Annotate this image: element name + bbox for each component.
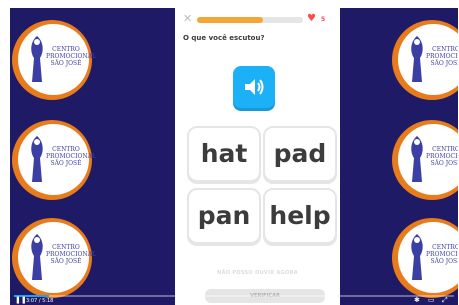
logo-text: CENTROPROMOCIONALSÃO JOSÉ: [46, 244, 96, 265]
hearts-count: 5: [321, 16, 326, 23]
lesson-progress-bar: [197, 17, 303, 23]
answer-option-label: pad: [273, 139, 327, 168]
logo-text: CENTROPROMOCIONALSÃO JOSÉ: [46, 46, 96, 67]
cant-listen-link[interactable]: NÃO POSSO OUVIR AGORA: [175, 270, 340, 276]
theater-mode-icon[interactable]: ▭: [428, 297, 435, 304]
answer-option-label: help: [269, 201, 331, 230]
answer-option-label: pan: [197, 201, 251, 230]
pause-icon[interactable]: ❚❚: [15, 297, 27, 304]
play-audio-button[interactable]: [233, 66, 275, 108]
logo-text: CENTROPROMOCIONALSÃO JOSÉ: [426, 46, 458, 67]
saint-figure-icon: [411, 136, 423, 182]
logo-right-bottom: CENTROPROMOCIONALSÃO JOSÉ: [392, 218, 458, 298]
logo-text: CENTROPROMOCIONALSÃO JOSÉ: [426, 244, 458, 265]
logo-left-top: CENTRO PROMOCIONAL SÃO JOSÉ: [12, 20, 96, 100]
logo-left-middle: CENTRO PROMOCIONAL SÃO JOSÉ: [12, 120, 96, 200]
video-controls: ❚❚ 3:07 / 5:18 ✱ ▭ ⤢: [10, 288, 458, 305]
fullscreen-icon[interactable]: ⤢: [442, 297, 448, 304]
saint-figure-icon: [411, 234, 423, 280]
lesson-progress-fill: [197, 17, 263, 23]
answer-option-3[interactable]: pan: [187, 188, 261, 244]
question-prompt: O que você escutou?: [183, 34, 265, 42]
settings-icon[interactable]: ✱: [414, 297, 420, 304]
answer-option-label: hat: [200, 139, 248, 168]
logo-right-middle: CENTROPROMOCIONALSÃO JOSÉ: [392, 120, 458, 200]
saint-figure-icon: [31, 136, 43, 182]
logo-right-top: CENTROPROMOCIONALSÃO JOSÉ: [392, 20, 458, 100]
answer-option-2[interactable]: pad: [263, 126, 337, 182]
lesson-screen: ✕ ♥ 5 O que você escutou? hat pad pan he…: [175, 8, 340, 305]
speaker-icon: [245, 79, 264, 95]
logo-text: CENTROPROMOCIONALSÃO JOSÉ: [426, 146, 458, 167]
logo-left-bottom: CENTRO PROMOCIONAL SÃO JOSÉ: [12, 218, 96, 298]
saint-figure-icon: [31, 234, 43, 280]
logo-text: CENTROPROMOCIONALSÃO JOSÉ: [46, 146, 96, 167]
heart-icon: ♥: [307, 13, 316, 24]
answer-option-1[interactable]: hat: [187, 126, 261, 182]
seek-bar[interactable]: [14, 295, 454, 297]
saint-figure-icon: [411, 36, 423, 82]
video-player[interactable]: CENTRO PROMOCIONAL SÃO JOSÉ CENTRO PROMOCIO…: [10, 8, 458, 305]
answer-option-4[interactable]: help: [263, 188, 337, 244]
close-icon[interactable]: ✕: [183, 13, 193, 24]
saint-figure-icon: [31, 36, 43, 82]
time-display: 3:07 / 5:18: [26, 298, 54, 304]
